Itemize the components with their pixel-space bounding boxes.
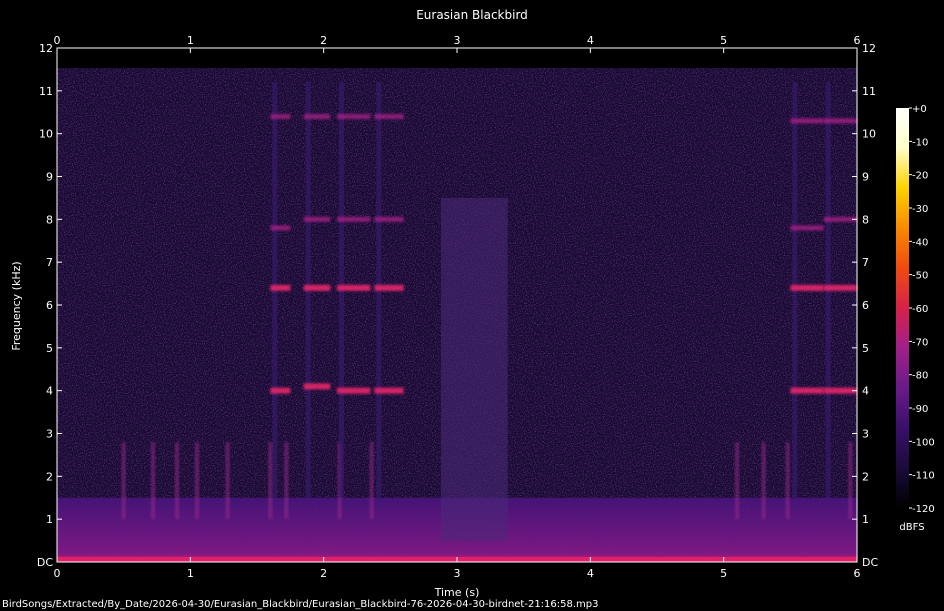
x-tick-label-top: 5 (720, 34, 727, 47)
noise-burst (441, 197, 508, 541)
click-mark (761, 442, 766, 520)
harmonic-band (303, 216, 331, 222)
harmonic-band (303, 383, 331, 390)
y-tick-label-right: 8 (862, 213, 869, 226)
colorbar-tick-label: -90 (912, 404, 928, 415)
y-tick-label-left: 7 (46, 256, 53, 269)
harmonic-band (337, 387, 371, 394)
colorbar-tick-label: -120 (912, 504, 935, 515)
x-tick-label-top: 6 (854, 34, 861, 47)
file-path: BirdSongs/Extracted/By_Date/2026-04-30/E… (2, 599, 599, 610)
y-tick-label-right: 5 (862, 342, 869, 355)
click-mark (369, 442, 374, 520)
harmonic-band (790, 284, 824, 291)
colorbar-tick-label: -20 (912, 171, 928, 182)
colorbar-gradient (896, 108, 909, 508)
y-tick-label-right: 10 (862, 128, 876, 141)
colorbar-tick-label: +0 (912, 104, 927, 115)
harmonic-band (790, 118, 824, 124)
x-axis-label: Time (s) (434, 586, 480, 599)
click-mark (268, 442, 273, 520)
x-tick-label-top: 3 (454, 34, 461, 47)
harmonic-band (270, 284, 291, 291)
y-tick-label-left: 3 (46, 428, 53, 441)
x-tick-label-top: 2 (320, 34, 327, 47)
x-tick-label-bottom: 1 (187, 567, 194, 580)
harmonic-band (790, 387, 824, 394)
harmonic-band (823, 284, 857, 291)
click-mark (848, 442, 853, 520)
y-tick-label-right: 9 (862, 171, 869, 184)
y-tick-label-left: DC (37, 556, 53, 569)
y-tick-label-left: 5 (46, 342, 53, 355)
click-mark (225, 442, 230, 520)
x-tick-label-bottom: 4 (587, 567, 594, 580)
harmonic-band (337, 216, 371, 222)
y-tick-label-left: 10 (39, 128, 53, 141)
colorbar-unit-label: dBFS (899, 522, 924, 533)
colorbar-tick-label: -30 (912, 204, 928, 215)
colorbar-tick-label: -70 (912, 337, 928, 348)
colorbar: +0 -10 -20 -30 -40 -50 -60 -70 -80 -90 -100 -110 -12… (896, 104, 935, 533)
colorbar-tick-label: -50 (912, 271, 928, 282)
click-mark (195, 442, 199, 520)
y-tick-label-left: 4 (46, 385, 53, 398)
y-tick-label-left: 6 (46, 299, 53, 312)
x-tick-label-bottom: 0 (54, 567, 61, 580)
harmonic-band (374, 387, 404, 394)
x-tick-label-top: 4 (587, 34, 594, 47)
harmonic-band (337, 114, 371, 120)
x-tick-label-bottom: 3 (454, 567, 461, 580)
plot-area (56, 47, 858, 563)
y-tick-label-left: 12 (39, 42, 53, 55)
colorbar-tick-label: -40 (912, 237, 928, 248)
y-tick-label-right: 11 (862, 85, 876, 98)
colorbar-tick-label: -100 (912, 437, 935, 448)
y-tick-label-right: 4 (862, 385, 869, 398)
click-mark (151, 442, 155, 520)
y-tick-label-right: 6 (862, 299, 869, 312)
harmonic-band (303, 284, 331, 291)
click-mark (175, 442, 179, 520)
chart-title: Eurasian Blackbird (416, 8, 528, 22)
click-mark (735, 442, 739, 520)
harmonic-band (790, 225, 824, 231)
harmonic-band (374, 114, 404, 120)
colorbar-tick-label: -80 (912, 371, 928, 382)
harmonic-band (337, 284, 371, 291)
click-mark (121, 442, 126, 520)
y-tick-label-left: 9 (46, 171, 53, 184)
x-tick-label-bottom: 2 (320, 567, 327, 580)
x-tick-label-bottom: 6 (854, 567, 861, 580)
y-tick-label-left: 11 (39, 85, 53, 98)
click-mark (785, 442, 790, 520)
harmonic-band (270, 114, 291, 120)
y-axis-label: Frequency (kHz) (10, 261, 23, 350)
colorbar-tick-label: -60 (912, 304, 928, 315)
y-tick-label-left: 1 (46, 513, 53, 526)
y-tick-label-right: 7 (862, 256, 869, 269)
y-tick-label-right: 1 (862, 513, 869, 526)
x-tick-label-top: 0 (54, 34, 61, 47)
harmonic-band (270, 387, 291, 394)
y-tick-label-right: 2 (862, 470, 869, 483)
harmonic-band (303, 114, 331, 120)
y-tick-label-right: DC (862, 556, 878, 569)
harmonic-band (270, 225, 291, 231)
y-tick-label-left: 2 (46, 470, 53, 483)
x-tick-label-top: 1 (187, 34, 194, 47)
harmonic-band (374, 216, 404, 222)
harmonic-band (374, 284, 404, 291)
harmonic-band (823, 118, 857, 124)
y-tick-label-right: 3 (862, 428, 869, 441)
colorbar-tick-label: -10 (912, 137, 928, 148)
y-tick-label-left: 8 (46, 213, 53, 226)
spectrogram-chart: Eurasian Blackbird 00112233445566DC DC1 12… (2, 8, 935, 610)
x-tick-label-bottom: 5 (720, 567, 727, 580)
y-tick-label-right: 12 (862, 42, 876, 55)
click-mark (284, 442, 289, 520)
colorbar-tick-label: -110 (912, 471, 935, 482)
